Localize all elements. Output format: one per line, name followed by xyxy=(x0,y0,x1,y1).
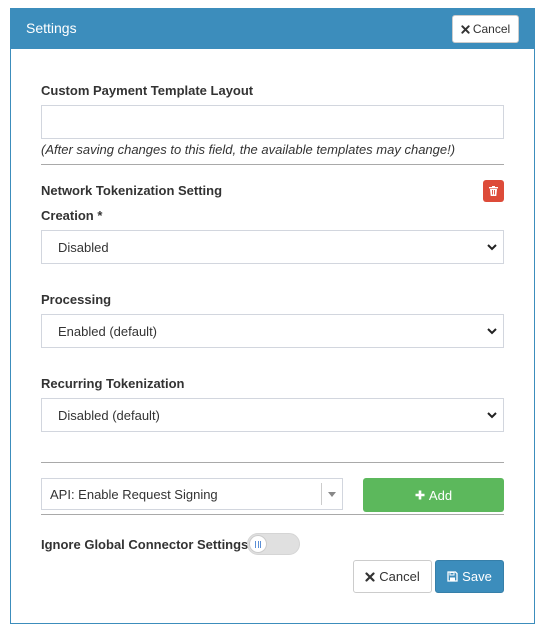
custom-template-label: Custom Payment Template Layout xyxy=(41,83,254,98)
creation-select-value: Disabled xyxy=(58,239,109,255)
custom-template-help: (After saving changes to this field, the… xyxy=(41,142,456,157)
save-label: Save xyxy=(462,569,492,584)
setting-type-combobox[interactable]: API: Enable Request Signing xyxy=(41,478,343,510)
recurring-tokenization-select[interactable]: Disabled (default) xyxy=(41,398,504,432)
combobox-separator xyxy=(321,483,322,505)
chevron-down-icon xyxy=(487,242,497,252)
plus-icon xyxy=(415,490,425,500)
processing-select[interactable]: Enabled (default) xyxy=(41,314,504,348)
header-cancel-label: Cancel xyxy=(472,22,511,36)
trash-icon xyxy=(489,186,498,196)
network-tokenization-heading: Network Tokenization Setting xyxy=(41,183,223,198)
close-icon xyxy=(365,571,375,582)
grip-icon xyxy=(255,540,261,548)
cancel-label: Cancel xyxy=(379,569,420,584)
creation-label: Creation * xyxy=(41,208,103,223)
ignore-global-toggle[interactable] xyxy=(247,533,300,555)
creation-select[interactable]: Disabled xyxy=(41,230,504,264)
divider xyxy=(41,164,504,165)
close-icon xyxy=(461,24,470,34)
divider xyxy=(41,514,504,515)
recurring-select-value: Disabled (default) xyxy=(58,407,160,423)
floppy-disk-icon xyxy=(447,571,458,582)
custom-template-input[interactable] xyxy=(41,105,504,139)
processing-label: Processing xyxy=(41,292,112,307)
add-setting-button[interactable]: Add xyxy=(363,478,504,512)
chevron-down-icon xyxy=(487,410,497,420)
panel-header: Settings Cancel xyxy=(11,9,534,49)
add-label: Add xyxy=(428,487,453,503)
chevron-down-icon xyxy=(487,326,497,336)
caret-down-icon xyxy=(328,492,336,497)
panel-title: Settings xyxy=(26,20,77,36)
save-button[interactable]: Save xyxy=(435,560,504,593)
delete-network-tokenization-button[interactable] xyxy=(483,180,504,202)
settings-panel: Settings Cancel Custom Payment Template … xyxy=(10,8,535,624)
processing-select-value: Enabled (default) xyxy=(58,323,158,339)
divider xyxy=(41,462,504,463)
recurring-tokenization-label: Recurring Tokenization xyxy=(41,376,185,391)
header-cancel-button[interactable]: Cancel xyxy=(452,15,519,43)
setting-type-value: API: Enable Request Signing xyxy=(50,487,218,502)
ignore-global-label: Ignore Global Connector Settings xyxy=(41,537,249,552)
cancel-button[interactable]: Cancel xyxy=(353,560,432,593)
toggle-knob xyxy=(249,535,267,553)
